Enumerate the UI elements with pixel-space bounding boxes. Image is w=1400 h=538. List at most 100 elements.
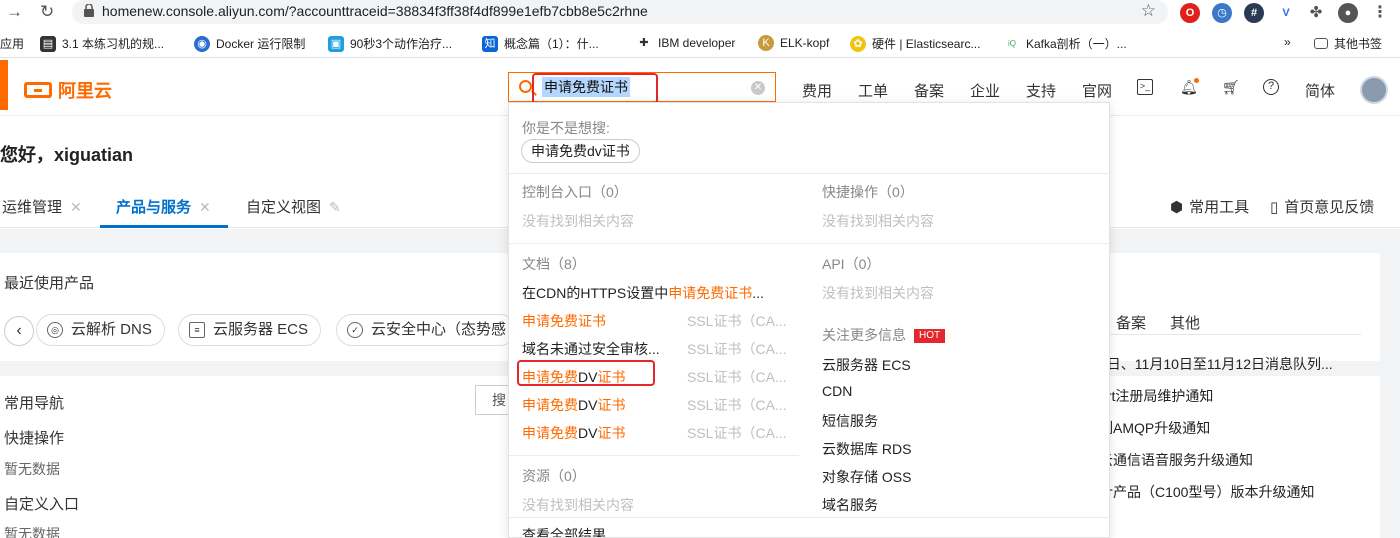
empty-state: 没有找到相关内容 <box>822 285 934 301</box>
notice-item[interactable]: art注册局维护通知 <box>1099 386 1213 406</box>
nav-official-site[interactable]: 官网 <box>1082 80 1112 101</box>
zhihu-icon: 知 <box>482 35 498 52</box>
book-icon: ▤ <box>40 35 56 52</box>
notice-item[interactable]: 云通信语音服务升级通知 <box>1099 450 1253 470</box>
more-info-item[interactable]: 域名服务 <box>822 495 878 515</box>
notice-item[interactable]: 2日、11月10日至11月12日消息队列... <box>1099 354 1333 374</box>
custom-entry-title: 自定义入口 <box>4 496 80 513</box>
docker-icon: ◉ <box>194 35 210 52</box>
doc-result[interactable]: 域名未通过安全审核... <box>522 339 660 359</box>
avatar[interactable] <box>1360 76 1388 104</box>
puzzle-icon[interactable]: ✤ <box>1306 3 1326 23</box>
doc-result[interactable]: 申请免费DV证书 <box>522 395 625 415</box>
more-info-item[interactable]: CDN <box>822 383 852 399</box>
nav-enterprise[interactable]: 企业 <box>970 80 1000 101</box>
server-icon: ≡ <box>189 322 205 338</box>
suggest-item[interactable]: 申请免费dv证书 <box>521 139 640 163</box>
menu-strip[interactable] <box>0 60 8 110</box>
notice-item[interactable]: 列AMQP升级通知 <box>1099 418 1210 438</box>
doc-result[interactable]: 在CDN的HTTPS设置中申请免费证书... <box>522 283 764 303</box>
chevron-left-icon[interactable]: ‹ <box>4 316 34 346</box>
bookmark-item[interactable]: ✚ IBM developer <box>636 35 735 51</box>
recent-products-title: 最近使用产品 <box>4 275 95 292</box>
profile-icon[interactable]: ● <box>1338 3 1358 23</box>
close-icon[interactable]: ✕ <box>199 199 211 215</box>
bookmarks-overflow[interactable]: » <box>1284 35 1291 49</box>
nav-icp[interactable]: 备案 <box>914 80 944 101</box>
recent-product-ecs[interactable]: ≡ 云服务器 ECS <box>178 314 322 346</box>
api-section-label: API（0） <box>822 256 881 272</box>
nav-fees[interactable]: 费用 <box>802 80 832 101</box>
divider <box>509 517 1109 518</box>
recent-product-dns[interactable]: ◎ 云解析 DNS <box>36 314 165 346</box>
shield-icon: ✓ <box>347 322 363 338</box>
view-all-results-link[interactable]: 查看全部结果 <box>522 525 606 537</box>
more-menu-icon[interactable]: ⋮ <box>1370 3 1390 23</box>
edit-icon[interactable]: ✎ <box>329 199 341 215</box>
doc-category: SSL证书（CA... <box>687 369 787 385</box>
doc-category: SSL证书（CA... <box>687 397 787 413</box>
search-icon <box>519 80 532 93</box>
bookmark-item[interactable]: iQ Kafka剖析（一）... <box>1004 35 1127 52</box>
aliyun-logo-icon <box>24 82 52 98</box>
doc-result[interactable]: 申请免费DV证书 <box>522 423 625 443</box>
forward-arrow-icon[interactable]: → <box>6 2 23 22</box>
language-switch[interactable]: 简体 <box>1305 80 1335 101</box>
bookmark-item[interactable]: 知概念篇（1）：什... <box>482 35 599 52</box>
bookmark-apps[interactable]: 应用 <box>0 35 24 52</box>
address-bar[interactable]: homenew.console.aliyun.com/?accounttrace… <box>72 0 1168 24</box>
document-icon: ▯ <box>1270 199 1279 216</box>
more-info-item[interactable]: 云服务器 ECS <box>822 355 911 375</box>
quickop-section-label: 快捷操作（0） <box>822 184 914 200</box>
bookmark-item[interactable]: ▤ 3.1 本练习机的规... <box>40 35 164 52</box>
bookmark-item[interactable]: ✿ 硬件 | Elasticsearc... <box>850 35 980 52</box>
bookmark-item[interactable]: ◉ Docker 运行限制 <box>194 35 305 52</box>
nav-tickets[interactable]: 工单 <box>858 80 888 101</box>
notice-tab-other[interactable]: 其他 <box>1170 312 1200 333</box>
more-info-label: 关注更多信息 HOT <box>822 325 946 345</box>
divider <box>509 243 1109 244</box>
terminal-icon[interactable]: >_ <box>1137 79 1153 95</box>
more-info-item[interactable]: 云数据库 RDS <box>822 439 911 459</box>
hash-extension-icon[interactable]: # <box>1244 3 1264 23</box>
reload-icon[interactable]: ↻ <box>40 2 54 22</box>
common-nav-title: 常用导航 <box>4 395 65 412</box>
more-info-item[interactable]: 短信服务 <box>822 411 878 431</box>
tool-common-button[interactable]: ⬢ 常用工具 <box>1170 196 1249 217</box>
aliyun-logo[interactable]: 阿里云 <box>24 77 112 103</box>
tab-ops[interactable]: 运维管理 ✕ <box>2 196 82 217</box>
hot-badge: HOT <box>914 329 946 344</box>
doc-result[interactable]: 申请免费证书 <box>522 311 606 331</box>
greeting: 您好，xiguatian <box>0 145 134 165</box>
tab-custom-view[interactable]: 自定义视图 ✎ <box>246 196 341 217</box>
recent-product-security[interactable]: ✓ 云安全中心（态势感 <box>336 314 516 346</box>
nav-support[interactable]: 支持 <box>1026 80 1056 101</box>
bookmark-item[interactable]: ▣ 90秒3个动作治疗... <box>328 35 452 52</box>
divider <box>1099 334 1361 335</box>
bookmark-star-icon[interactable]: ☆ <box>1141 1 1156 21</box>
notice-tab-icp[interactable]: 备案 <box>1116 312 1146 333</box>
clear-icon[interactable]: ✕ <box>751 81 765 95</box>
more-info-item[interactable]: 对象存储 OSS <box>822 467 911 487</box>
suggest-label: 你是不是想搜: <box>522 120 610 136</box>
doc-category: SSL证书（CA... <box>687 313 787 329</box>
close-icon[interactable]: ✕ <box>70 199 82 215</box>
elastic-icon: ✿ <box>850 35 866 52</box>
opera-extension-icon[interactable]: O <box>1180 3 1200 23</box>
bookmark-item[interactable]: K ELK-kopf <box>758 35 829 51</box>
resource-section-label: 资源（0） <box>522 468 586 484</box>
doc-category: SSL证书（CA... <box>687 341 787 357</box>
notification-dot <box>1194 78 1199 83</box>
help-icon[interactable]: ? <box>1263 79 1279 95</box>
clock-extension-icon[interactable]: ◷ <box>1212 3 1232 23</box>
cart-icon[interactable]: 🛒︎ <box>1222 79 1240 95</box>
v-extension-icon[interactable]: V <box>1276 3 1296 23</box>
notice-item[interactable]: 计产品（C100型号）版本升级通知 <box>1099 482 1314 502</box>
bookmark-other-folder[interactable]: 其他书签 <box>1314 35 1382 52</box>
search-suggestions-dropdown: 你是不是想搜: 申请免费dv证书 控制台入口（0） 没有找到相关内容 快捷操作（… <box>508 102 1110 538</box>
feedback-button[interactable]: ▯ 首页意见反馈 <box>1270 196 1374 217</box>
infoq-icon: iQ <box>1004 35 1020 52</box>
tab-products[interactable]: 产品与服务 ✕ <box>116 196 211 217</box>
dns-icon: ◎ <box>47 322 63 338</box>
doc-category: SSL证书（CA... <box>687 425 787 441</box>
